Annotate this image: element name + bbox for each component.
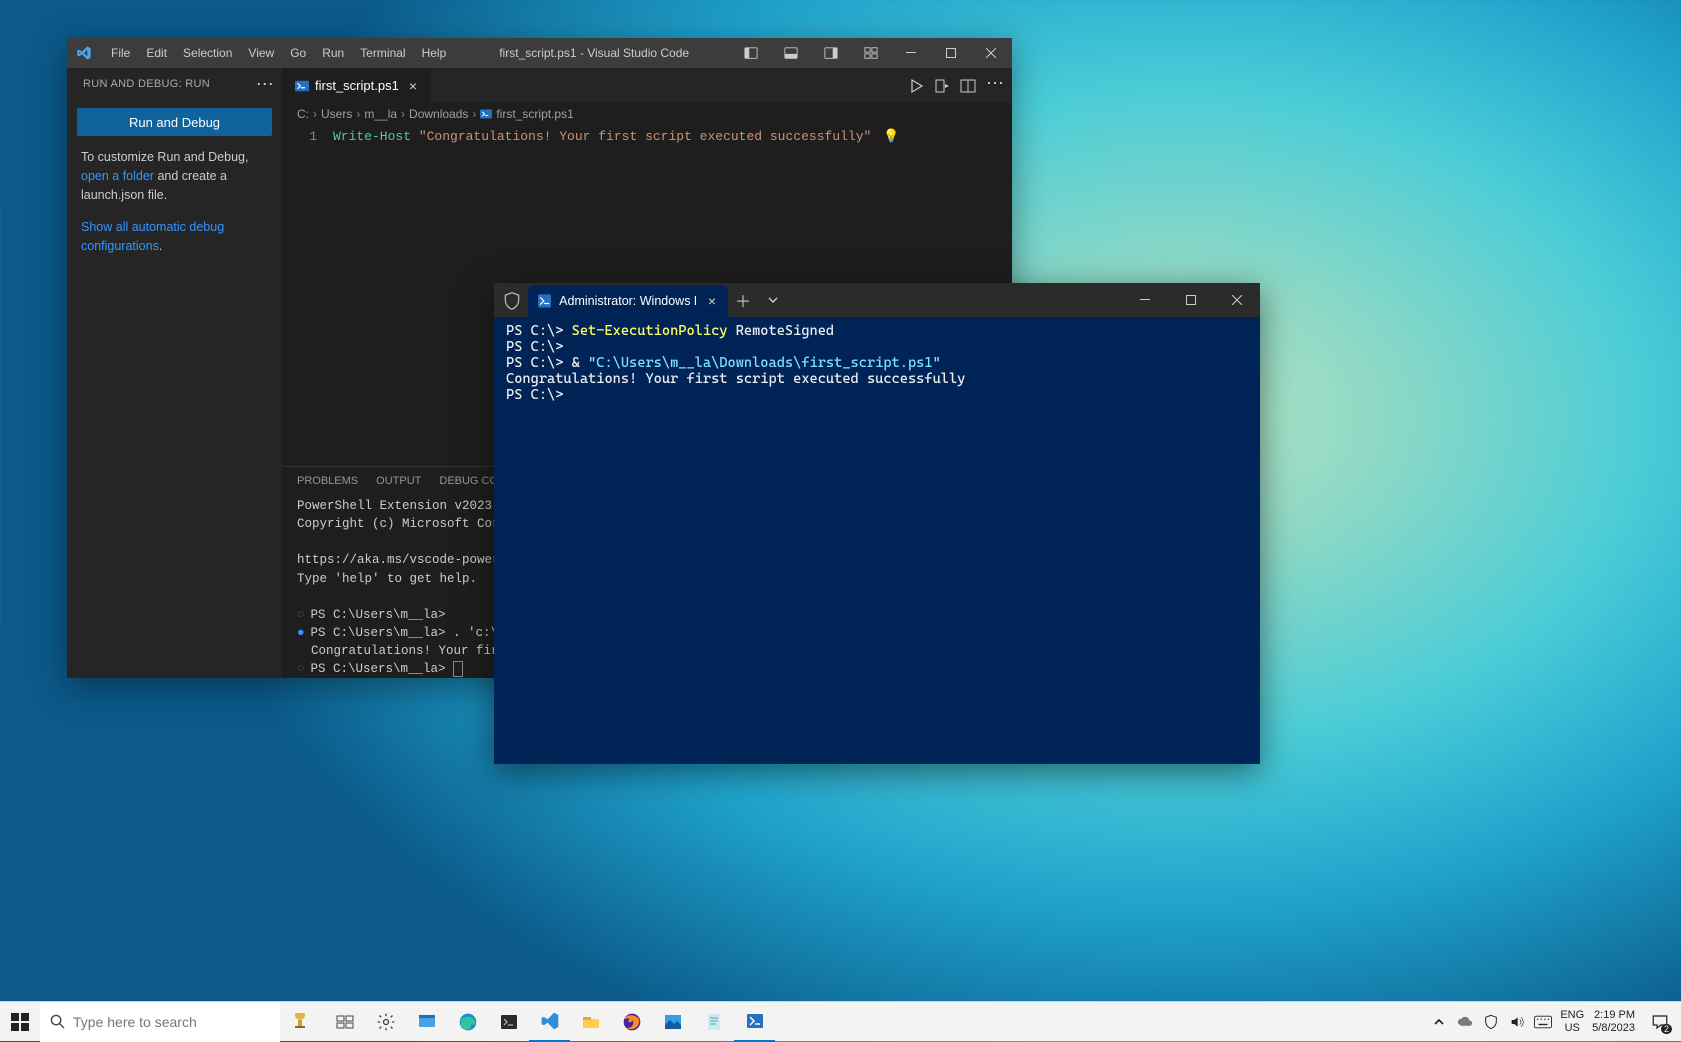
action-center-icon[interactable]: 2 <box>1647 1009 1673 1035</box>
token-string: "Congratulations! Your first script exec… <box>419 129 871 144</box>
vscode-window-title: first_script.ps1 - Visual Studio Code <box>454 46 734 60</box>
powershell-titlebar: Administrator: Windows Powe × ＋ <box>494 283 1260 317</box>
powershell-window: Administrator: Windows Powe × ＋ PS C:\> … <box>494 283 1260 764</box>
firefox-icon[interactable] <box>611 1002 652 1042</box>
vscode-titlebar: File Edit Selection View Go Run Terminal… <box>67 38 1012 68</box>
terminal-tab-powershell[interactable]: Administrator: Windows Powe × <box>528 285 728 317</box>
terminal-app-icon[interactable] <box>488 1002 529 1042</box>
editor-tab-actions: ⋯ <box>908 68 1012 103</box>
layout-panel-icon[interactable] <box>774 38 808 68</box>
run-icon[interactable] <box>908 78 924 94</box>
tab-dropdown-icon[interactable] <box>758 283 788 317</box>
customize-layout-icon[interactable] <box>854 38 888 68</box>
settings-icon[interactable] <box>365 1002 406 1042</box>
layout-primary-sidebar-icon[interactable] <box>734 38 768 68</box>
search-highlight-icon[interactable] <box>280 1002 320 1042</box>
task-view-icon[interactable] <box>324 1002 365 1042</box>
customize-text-pre: To customize Run and Debug, <box>81 150 248 164</box>
menu-run[interactable]: Run <box>314 38 352 68</box>
system-tray: ENG US 2:19 PM 5/8/2023 2 <box>1430 1002 1681 1042</box>
tab-close-icon[interactable]: × <box>704 293 720 309</box>
notification-badge: 2 <box>1661 1024 1672 1034</box>
terminal-body[interactable]: PS C:\> Set-ExecutionPolicy RemoteSigned… <box>494 317 1260 764</box>
vscode-titlebar-right <box>734 38 1012 68</box>
window-minimize-button[interactable] <box>1122 283 1168 317</box>
powershell-icon <box>295 79 309 93</box>
clock[interactable]: 2:19 PM 5/8/2023 <box>1592 1009 1639 1033</box>
split-editor-icon[interactable] <box>960 78 976 94</box>
start-button[interactable] <box>0 1002 40 1042</box>
open-folder-link[interactable]: open a folder <box>81 169 154 183</box>
file-explorer-icon[interactable] <box>570 1002 611 1042</box>
run-debug-sidebar: RUN AND DEBUG: RUN ⋯ Run and Debug To cu… <box>67 68 283 678</box>
panel-tab-output[interactable]: OUTPUT <box>376 475 421 491</box>
taskbar-apps <box>324 1002 775 1042</box>
admin-shield-icon <box>502 291 522 311</box>
editor-more-icon[interactable]: ⋯ <box>986 78 1002 94</box>
notepad-icon[interactable] <box>693 1002 734 1042</box>
run-and-debug-button[interactable]: Run and Debug <box>77 108 272 136</box>
breadcrumb-users[interactable]: Users <box>321 107 352 121</box>
window-close-button[interactable] <box>974 38 1008 68</box>
taskbar: ENG US 2:19 PM 5/8/2023 2 <box>0 1001 1681 1041</box>
edge-icon[interactable] <box>447 1002 488 1042</box>
show-all-trail: . <box>159 239 162 253</box>
new-tab-button[interactable]: ＋ <box>728 283 758 317</box>
menu-terminal[interactable]: Terminal <box>352 38 413 68</box>
desktop-app-icon[interactable] <box>406 1002 447 1042</box>
window-maximize-button[interactable] <box>1168 283 1214 317</box>
search-input[interactable] <box>73 1014 270 1030</box>
powershell-icon <box>538 293 551 309</box>
show-all-configs: Show all automatic debug configurations. <box>67 204 282 270</box>
menu-file[interactable]: File <box>103 38 138 68</box>
menu-go[interactable]: Go <box>282 38 314 68</box>
panel-tab-problems[interactable]: PROBLEMS <box>297 475 358 491</box>
tab-close-icon[interactable]: × <box>405 78 421 94</box>
editor-tab-label: first_script.ps1 <box>315 78 399 93</box>
menu-edit[interactable]: Edit <box>138 38 175 68</box>
vscode-menu: File Edit Selection View Go Run Terminal… <box>101 38 454 68</box>
window-minimize-button[interactable] <box>894 38 928 68</box>
security-icon[interactable] <box>1482 1013 1500 1031</box>
volume-icon[interactable] <box>1508 1013 1526 1031</box>
vscode-logo-icon <box>67 45 101 61</box>
lightbulb-icon[interactable]: 💡 <box>883 129 899 144</box>
powershell-icon <box>480 108 492 120</box>
layout-secondary-sidebar-icon[interactable] <box>814 38 848 68</box>
search-icon <box>50 1014 65 1029</box>
breadcrumb-file[interactable]: first_script.ps1 <box>496 107 573 121</box>
vscode-app-icon[interactable] <box>529 1002 570 1042</box>
show-all-configs-link[interactable]: Show all automatic debug configurations <box>81 220 224 253</box>
breadcrumb-root[interactable]: C: <box>297 107 309 121</box>
onedrive-icon[interactable] <box>1456 1013 1474 1031</box>
editor-tab-bar: first_script.ps1 × ⋯ <box>283 68 1012 103</box>
menu-view[interactable]: View <box>240 38 282 68</box>
terminal-window-buttons <box>1122 283 1260 317</box>
menu-selection[interactable]: Selection <box>175 38 240 68</box>
run-file-icon[interactable] <box>934 78 950 94</box>
breadcrumb[interactable]: C:› Users› m__la› Downloads› first_scrip… <box>283 103 1012 125</box>
sidebar-more-icon[interactable]: ⋯ <box>256 79 274 89</box>
language-indicator[interactable]: ENG US <box>1560 1009 1584 1033</box>
editor-tab-first-script[interactable]: first_script.ps1 × <box>283 68 432 103</box>
sidebar-title: RUN AND DEBUG: RUN <box>83 78 210 90</box>
sidebar-header: RUN AND DEBUG: RUN ⋯ <box>67 68 282 100</box>
customize-hint: To customize Run and Debug, open a folde… <box>67 148 282 204</box>
keyboard-icon[interactable] <box>1534 1013 1552 1031</box>
menu-help[interactable]: Help <box>414 38 455 68</box>
window-maximize-button[interactable] <box>934 38 968 68</box>
powershell-app-icon[interactable] <box>734 1002 775 1042</box>
terminal-tab-label: Administrator: Windows Powe <box>559 294 696 308</box>
breadcrumb-user[interactable]: m__la <box>364 107 397 121</box>
breadcrumb-downloads[interactable]: Downloads <box>409 107 468 121</box>
editor-gutter: 1 <box>283 125 333 466</box>
token-cmdlet: Write-Host <box>333 129 411 144</box>
photos-icon[interactable] <box>652 1002 693 1042</box>
taskbar-search[interactable] <box>40 1002 280 1042</box>
tray-chevron-up-icon[interactable] <box>1430 1013 1448 1031</box>
window-close-button[interactable] <box>1214 283 1260 317</box>
